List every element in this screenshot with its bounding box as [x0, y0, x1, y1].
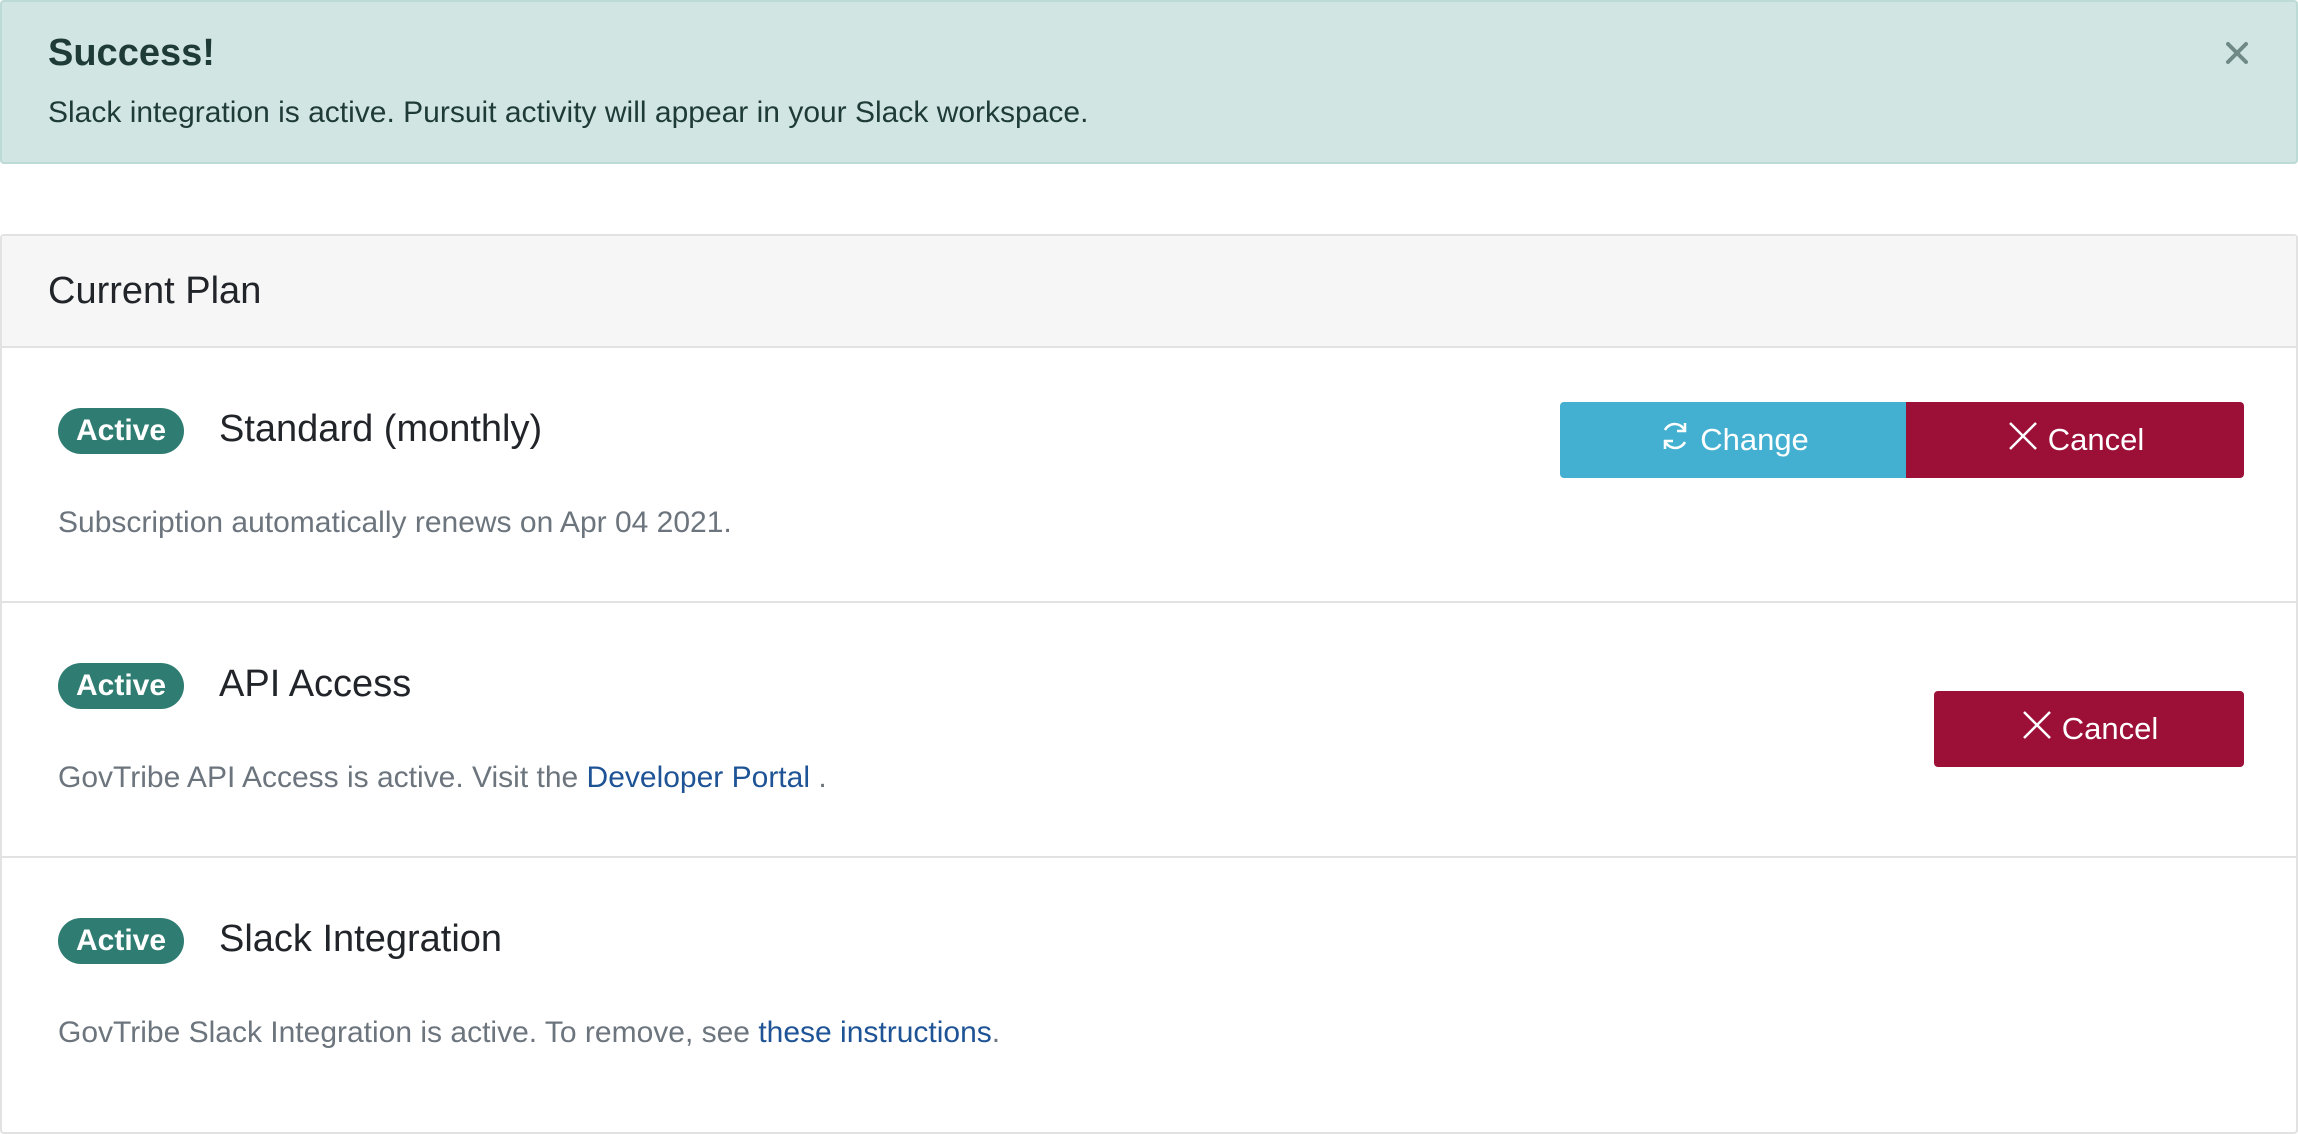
- plan-title: Standard (monthly): [219, 408, 543, 450]
- current-plan-card: Current Plan Active Standard (monthly) S…: [0, 234, 2298, 1134]
- plan-title: Slack Integration: [219, 918, 503, 960]
- developer-portal-link[interactable]: Developer Portal: [587, 761, 810, 794]
- description-text: GovTribe API Access is active. Visit the: [58, 761, 587, 794]
- description-text: GovTribe Slack Integration is active. To…: [58, 1016, 759, 1049]
- close-icon: [2006, 419, 2048, 461]
- alert-title: Success!: [48, 32, 215, 74]
- card-title: Current Plan: [48, 270, 262, 312]
- instructions-link[interactable]: these instructions: [758, 1016, 991, 1049]
- close-icon: [2020, 708, 2062, 750]
- status-badge: Active: [58, 918, 185, 964]
- change-label: Change: [1700, 422, 1809, 457]
- plan-row-api-access: Active API Access GovTribe API Access is…: [2, 603, 2296, 858]
- plan-row-standard: Active Standard (monthly) Subscription a…: [2, 348, 2296, 603]
- refresh-icon: [1658, 419, 1700, 461]
- change-button[interactable]: Change: [1560, 402, 1907, 478]
- plan-description: GovTribe Slack Integration is active. To…: [58, 1016, 1000, 1050]
- plan-description: GovTribe API Access is active. Visit the…: [58, 761, 827, 795]
- cancel-api-button[interactable]: Cancel: [1934, 691, 2244, 767]
- cancel-standard-button[interactable]: Cancel: [1906, 402, 2244, 478]
- status-badge: Active: [58, 408, 185, 454]
- cancel-label: Cancel: [2061, 711, 2159, 746]
- status-badge: Active: [58, 663, 185, 709]
- card-header: Current Plan: [2, 236, 2296, 348]
- description-suffix: .: [810, 761, 827, 794]
- plan-description: Subscription automatically renews on Apr…: [58, 506, 732, 539]
- plan-row-slack: Active Slack Integration GovTribe Slack …: [2, 858, 2296, 1113]
- success-alert: Success! Slack integration is active. Pu…: [0, 0, 2298, 164]
- close-icon[interactable]: [2222, 38, 2252, 68]
- plan-title: API Access: [219, 663, 412, 705]
- cancel-label: Cancel: [2047, 422, 2145, 457]
- description-suffix: .: [991, 1016, 1001, 1049]
- alert-message: Slack integration is active. Pursuit act…: [48, 96, 1089, 129]
